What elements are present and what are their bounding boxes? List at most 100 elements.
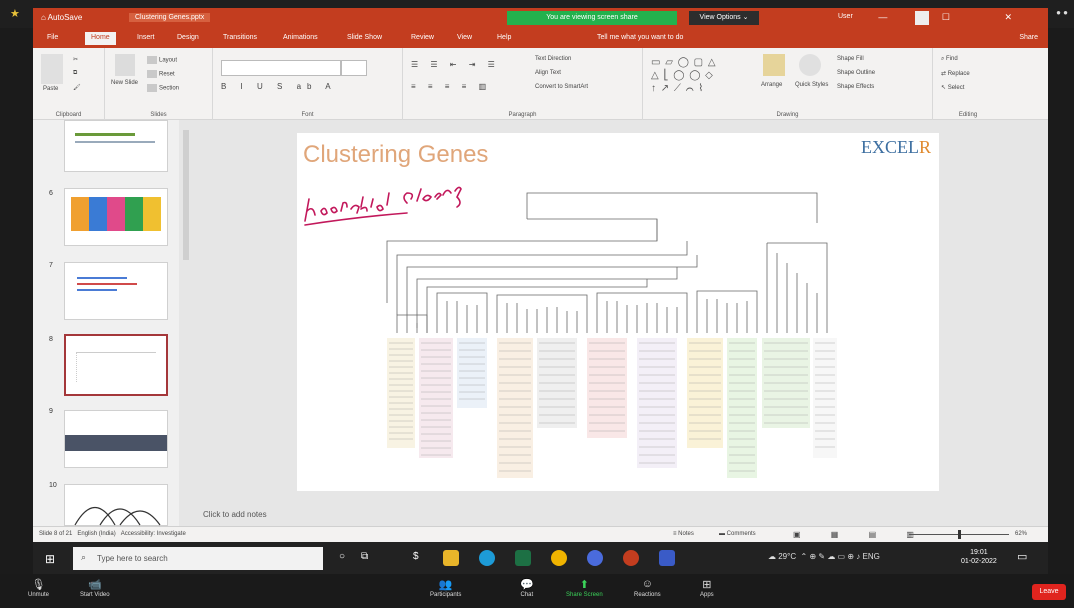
shape-effects-button[interactable]: Shape Effects bbox=[837, 84, 874, 90]
taskbar-search-box[interactable]: ⌕ Type here to search bbox=[73, 547, 323, 570]
replace-button[interactable]: ⇄ Replace bbox=[941, 70, 970, 77]
format-painter-icon[interactable]: 🖌 bbox=[73, 84, 81, 91]
notes-pane[interactable]: Click to add notes bbox=[179, 492, 1048, 526]
view-options-button[interactable]: View Options ⌄ bbox=[689, 11, 759, 25]
tab-transitions[interactable]: Transitions bbox=[223, 34, 257, 41]
convert-smartart-button[interactable]: Convert to SmartArt bbox=[535, 84, 588, 90]
find-button[interactable]: ⌕ Find bbox=[941, 56, 958, 63]
text-direction-button[interactable]: Text Direction bbox=[535, 56, 571, 62]
shapes-gallery[interactable]: ▭ ▱ ◯ ▢ △ △ ⎣ ◯ ◯ ◇ ↑ ↗ ⟋ ⌒ ⌇ bbox=[651, 56, 717, 95]
slide-thumbnail[interactable] bbox=[64, 120, 168, 172]
logo-text: EXCEL bbox=[860, 137, 919, 157]
language-indicator[interactable]: English (India) bbox=[77, 531, 115, 537]
slide-thumbnail[interactable] bbox=[64, 410, 168, 468]
edge-icon[interactable] bbox=[479, 550, 495, 566]
arrange-button[interactable]: Arrange bbox=[761, 82, 782, 88]
shape-outline-button[interactable]: Shape Outline bbox=[837, 70, 875, 76]
cortana-icon[interactable]: ○ bbox=[339, 551, 345, 562]
reactions-button[interactable]: ☺ Reactions bbox=[634, 578, 661, 598]
paste-icon[interactable] bbox=[41, 54, 63, 84]
reset-button[interactable]: Reset bbox=[147, 70, 175, 78]
document-title[interactable]: Clustering Genes.pptx bbox=[129, 13, 211, 22]
alignment-buttons[interactable]: ≡ ≡ ≡ ≡ ▥ bbox=[411, 82, 491, 91]
tab-file[interactable]: File bbox=[47, 34, 58, 41]
font-name-dropdown[interactable] bbox=[221, 60, 341, 76]
view-buttons[interactable]: ▣ ▦ ▤ ▥ bbox=[793, 530, 928, 539]
leave-meeting-button[interactable]: Leave bbox=[1032, 584, 1066, 600]
thumbnail-line bbox=[75, 133, 135, 136]
notes-button[interactable]: ≡ Notes bbox=[673, 531, 694, 537]
thumbnail-scrollbar[interactable] bbox=[183, 130, 189, 260]
tab-design[interactable]: Design bbox=[177, 34, 199, 41]
slide-thumbnail-pane[interactable]: 6 7 8 9 10 bbox=[33, 120, 179, 526]
slide-thumbnail[interactable] bbox=[64, 262, 168, 320]
quick-styles-button[interactable]: Quick Styles bbox=[795, 82, 829, 88]
shape-fill-button[interactable]: Shape Fill bbox=[837, 56, 864, 62]
share-button[interactable]: Share bbox=[1019, 34, 1038, 41]
list-buttons[interactable]: ☰ ☰ ⇤ ⇥ ☰ bbox=[411, 60, 500, 69]
tab-review[interactable]: Review bbox=[411, 34, 434, 41]
ribbon: Paste ✂ ⧉ 🖌 Clipboard New Slide Layout R… bbox=[33, 48, 1048, 120]
excel-icon[interactable] bbox=[515, 550, 531, 566]
thumbnail-line bbox=[77, 289, 117, 291]
taskbar-clock[interactable]: 19:01 01-02-2022 bbox=[961, 548, 997, 566]
zoom-app-icon[interactable] bbox=[587, 550, 603, 566]
slide-thumbnail[interactable] bbox=[64, 188, 168, 246]
notifications-icon[interactable]: ▭ bbox=[1017, 550, 1027, 563]
tab-help[interactable]: Help bbox=[497, 34, 511, 41]
arrange-icon[interactable] bbox=[763, 54, 785, 76]
start-video-button[interactable]: 📹 Start Video bbox=[80, 578, 110, 598]
window-menu-icon[interactable]: ● ● bbox=[1056, 8, 1068, 17]
system-tray[interactable]: ☁ 29°C ⌃ ⊕ ✎ ☁ ▭ ⊕ ♪ ENG bbox=[768, 552, 880, 561]
zoom-slider-handle[interactable] bbox=[958, 530, 961, 539]
windows-taskbar: ⊞ ⌕ Type here to search ○ ⧉ $ ☁ 29°C ⌃ ⊕… bbox=[33, 542, 1048, 574]
vertical-scrollbar[interactable] bbox=[1036, 120, 1048, 492]
dendrogram-image bbox=[386, 192, 837, 478]
accessibility-status[interactable]: Accessibility: Investigate bbox=[121, 531, 186, 537]
comments-button[interactable]: ▬ Comments bbox=[719, 531, 756, 537]
thumbnail-line bbox=[77, 283, 137, 285]
tab-view[interactable]: View bbox=[457, 34, 472, 41]
font-size-dropdown[interactable] bbox=[341, 60, 367, 76]
dollar-app-icon[interactable]: $ bbox=[413, 551, 419, 562]
paste-button[interactable]: Paste bbox=[43, 86, 58, 92]
task-view-icon[interactable]: ⧉ bbox=[361, 551, 368, 562]
tab-slide-show[interactable]: Slide Show bbox=[347, 34, 382, 41]
chrome-icon[interactable] bbox=[551, 550, 567, 566]
participants-button[interactable]: 👥 Participants bbox=[430, 578, 461, 598]
tab-home[interactable]: Home bbox=[85, 32, 116, 45]
chat-button[interactable]: 💬 Chat bbox=[520, 578, 534, 598]
weather-icon: ☁ bbox=[768, 552, 779, 561]
windows-start-icon[interactable]: ⊞ bbox=[45, 552, 55, 566]
window-controls[interactable]: — ☐ ✕ bbox=[878, 12, 1038, 23]
quick-styles-icon[interactable] bbox=[799, 54, 821, 76]
share-screen-button[interactable]: ⬆ Share Screen bbox=[566, 578, 603, 598]
unmute-button[interactable]: 🎙 Unmute bbox=[28, 578, 49, 598]
file-explorer-icon[interactable] bbox=[443, 550, 459, 566]
slide-thumbnail[interactable] bbox=[64, 484, 168, 526]
star-icon[interactable]: ★ bbox=[10, 7, 20, 20]
slide-thumbnail-selected[interactable] bbox=[64, 334, 168, 396]
copy-icon[interactable]: ⧉ bbox=[73, 70, 77, 77]
group-label: Slides bbox=[150, 112, 167, 118]
new-slide-button[interactable]: New Slide bbox=[111, 80, 141, 86]
tab-insert[interactable]: Insert bbox=[137, 34, 155, 41]
quick-access-toolbar[interactable]: ⌂ AutoSave bbox=[41, 13, 82, 22]
layout-button[interactable]: Layout bbox=[147, 56, 177, 64]
slide-canvas[interactable]: Clustering Genes EXCELR bbox=[297, 133, 939, 491]
align-text-button[interactable]: Align Text bbox=[535, 70, 561, 76]
notes-placeholder[interactable]: Click to add notes bbox=[203, 510, 267, 519]
font-formatting-buttons[interactable]: B I U S ab A bbox=[221, 82, 337, 91]
zoom-level[interactable]: 62% bbox=[1015, 531, 1027, 537]
section-button[interactable]: Section bbox=[147, 84, 179, 92]
user-name[interactable]: User bbox=[838, 13, 853, 20]
powerpoint-icon[interactable] bbox=[623, 550, 639, 566]
word-icon[interactable] bbox=[659, 550, 675, 566]
apps-button[interactable]: ⊞ Apps bbox=[700, 578, 714, 598]
unmute-label: Unmute bbox=[28, 592, 50, 598]
tab-animations[interactable]: Animations bbox=[283, 34, 318, 41]
tell-me-search[interactable]: Tell me what you want to do bbox=[597, 34, 683, 41]
cut-icon[interactable]: ✂ bbox=[73, 56, 78, 63]
new-slide-icon[interactable] bbox=[115, 54, 135, 76]
select-button[interactable]: ↖ Select bbox=[941, 84, 964, 91]
